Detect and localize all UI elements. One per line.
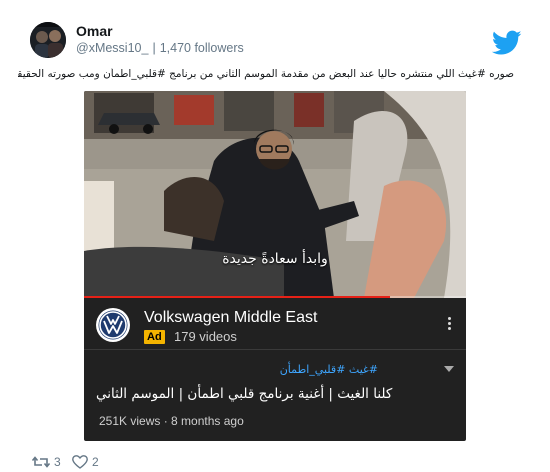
vw-logo-icon[interactable] <box>96 308 130 342</box>
author-meta: @xMessi10_ | 1,470 followers <box>76 41 244 55</box>
channel-name[interactable]: Volkswagen Middle East <box>144 309 317 327</box>
avatar[interactable] <box>30 22 66 58</box>
retweet-icon <box>32 456 50 468</box>
author-name[interactable]: Omar <box>76 23 113 39</box>
follower-count: 1,470 followers <box>159 41 244 55</box>
video-hashtags[interactable]: #غيث #قلبي_اطمأن <box>280 363 378 376</box>
divider <box>84 349 466 350</box>
retweet-count: 3 <box>54 455 61 469</box>
retweet-action[interactable]: 3 <box>32 455 61 469</box>
video-progress-fill <box>84 296 390 298</box>
video-thumbnail[interactable]: وابدأ سعادةً جديدة <box>84 91 466 298</box>
video-progress-bar[interactable] <box>84 296 466 298</box>
meta-separator: | <box>152 41 156 55</box>
author-handle[interactable]: @xMessi10_ <box>76 41 148 55</box>
twitter-bird-icon[interactable] <box>492 30 522 56</box>
channel-row: Volkswagen Middle East Ad 179 videos <box>84 299 466 349</box>
video-title[interactable]: كلنا الغيث | أغنية برنامج قلبي اطمأن | ا… <box>96 386 456 402</box>
like-count: 2 <box>92 455 99 469</box>
tweet-text: صوره #غيث اللي منتشره حاليا عند البعض من… <box>18 68 514 80</box>
youtube-embed[interactable]: وابدأ سعادةً جديدة Volkswagen Middle Eas… <box>84 91 466 441</box>
ad-badge: Ad <box>144 330 165 344</box>
heart-icon <box>72 455 88 469</box>
video-caption: وابدأ سعادةً جديدة <box>222 251 328 267</box>
video-stats: 251K views · 8 months ago <box>99 414 244 428</box>
more-options-icon[interactable] <box>448 317 452 331</box>
video-count: 179 videos <box>174 329 237 344</box>
like-action[interactable]: 2 <box>72 455 99 469</box>
tweet-header: Omar @xMessi10_ | 1,470 followers <box>30 22 530 62</box>
collapse-chevron-icon[interactable] <box>444 366 454 372</box>
